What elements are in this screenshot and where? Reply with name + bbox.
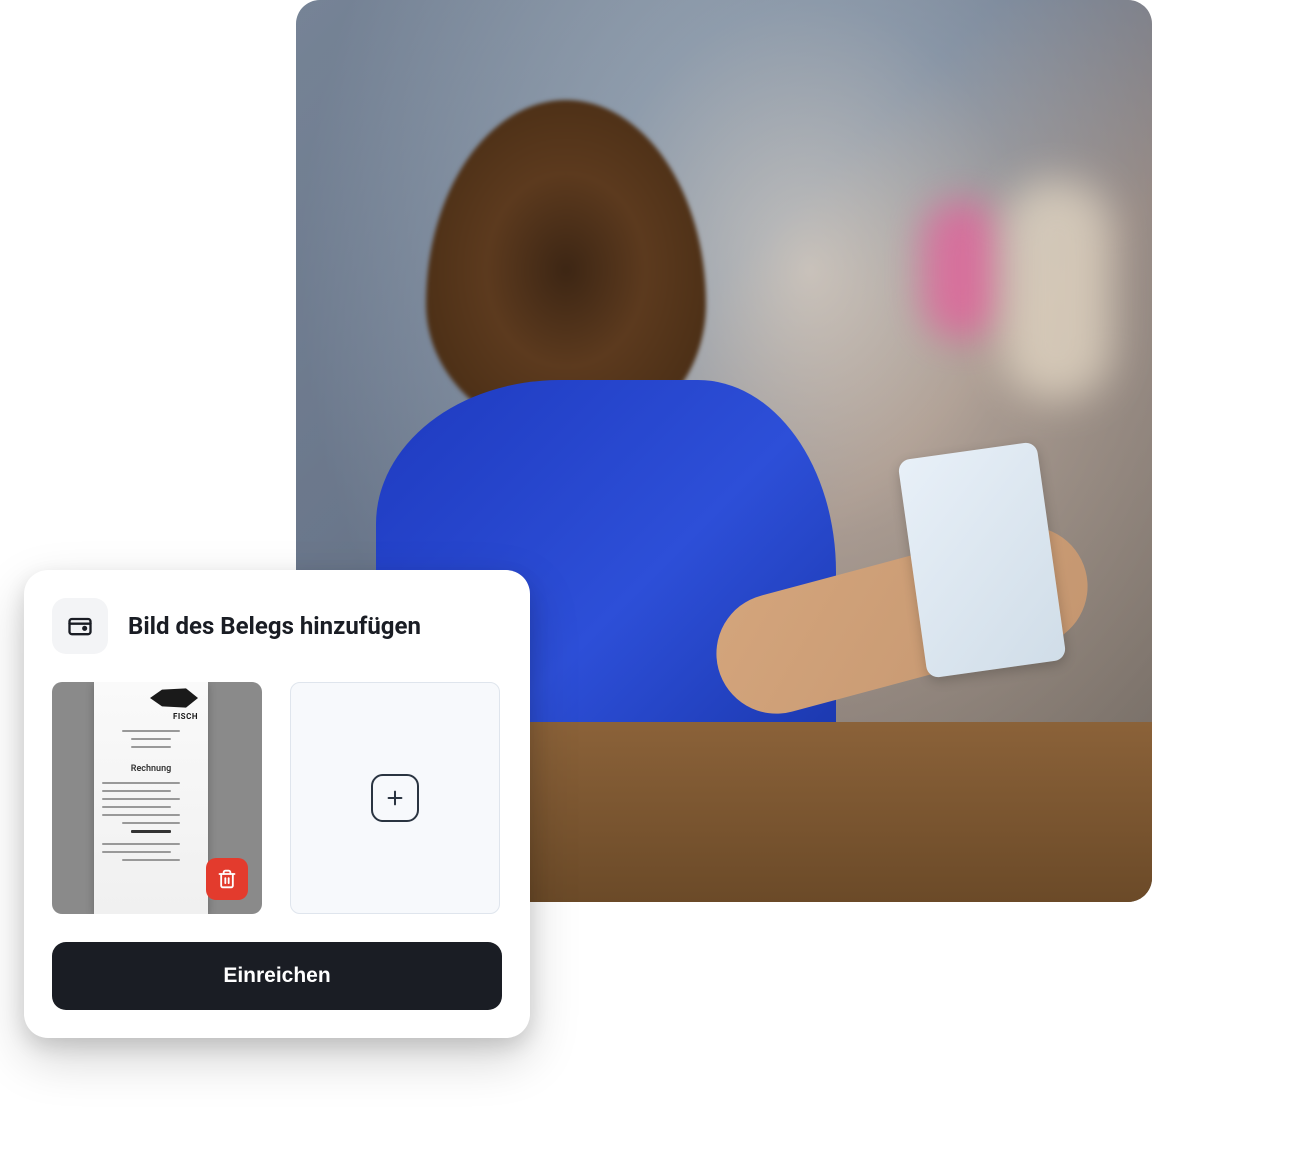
trash-icon: [217, 869, 237, 889]
receipt-vendor-label: FISCH: [173, 712, 198, 721]
add-image-button[interactable]: [290, 682, 500, 914]
image-row: FISCH Rechnung: [52, 682, 502, 914]
submit-button[interactable]: Einreichen: [52, 942, 502, 1010]
wallet-icon: [52, 598, 108, 654]
plus-icon: [371, 774, 419, 822]
receipt-thumbnail[interactable]: FISCH Rechnung: [52, 682, 262, 914]
card-header: Bild des Belegs hinzufügen: [52, 598, 502, 654]
receipt-upload-card: Bild des Belegs hinzufügen FISCH Rechnun…: [24, 570, 530, 1038]
card-title: Bild des Belegs hinzufügen: [128, 612, 421, 640]
receipt-heading: Rechnung: [94, 764, 208, 774]
delete-receipt-button[interactable]: [206, 858, 248, 900]
